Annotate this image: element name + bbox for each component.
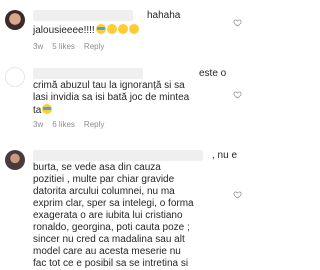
avatar[interactable] bbox=[5, 150, 25, 170]
likes-count[interactable]: 6 likes bbox=[52, 120, 75, 129]
comment-2: este o crimă abuzul tau la ignoranță si … bbox=[0, 60, 250, 140]
heart-icon[interactable] bbox=[233, 18, 242, 27]
reply-button[interactable]: Reply bbox=[84, 42, 104, 51]
comment-time: 3w bbox=[33, 120, 44, 129]
redacted-username bbox=[33, 68, 143, 79]
comment-text-line: lasi invidia sa isi bată joc de mintea bbox=[33, 92, 190, 103]
comment-text-line: jalousieeee!!!! bbox=[33, 24, 139, 37]
redacted-username bbox=[33, 10, 133, 21]
heart-icon[interactable] bbox=[233, 190, 242, 199]
comment-text-line: sincer nu cred ca madalina sau alt bbox=[33, 234, 185, 245]
reply-button[interactable]: Reply bbox=[84, 120, 104, 129]
comment-text-line: model care au acesta meserie nu bbox=[33, 246, 181, 257]
comment-text-line: este o bbox=[199, 68, 227, 79]
comment-meta: 3w 5 likes Reply bbox=[33, 42, 113, 52]
comment-text-line: hahaha bbox=[147, 10, 181, 21]
comment-3: , nu e burta, se vede asa din cauza pozi… bbox=[0, 140, 250, 269]
avatar[interactable] bbox=[5, 67, 25, 87]
comment-text-line: , nu e bbox=[212, 150, 238, 161]
comment-text: jalousieeee!!!! bbox=[33, 25, 95, 36]
smile-emoji-icon bbox=[128, 24, 139, 34]
comment-text: ta bbox=[33, 105, 42, 116]
smile-emoji-icon bbox=[117, 24, 128, 34]
sad-crying-emoji-icon bbox=[95, 24, 106, 34]
comment-text-line: ronaldo, georgina, poti cauta poze ; bbox=[33, 222, 190, 233]
comment-text-line: datorita arcului columnei, nu ma bbox=[33, 186, 175, 197]
heart-icon[interactable] bbox=[233, 90, 242, 99]
comment-text-line: fac tot ce e posibil sa se intretina si bbox=[33, 258, 189, 269]
smile-emoji-icon bbox=[106, 24, 117, 34]
comment-text-line: crimă abuzul tau la ignoranță si sa bbox=[33, 80, 185, 91]
sad-emoji-icon bbox=[42, 104, 53, 114]
likes-count[interactable]: 5 likes bbox=[52, 42, 75, 51]
comment-meta: 3w 6 likes Reply bbox=[33, 120, 113, 130]
redacted-username bbox=[33, 150, 203, 161]
comment-text-line: ta bbox=[33, 104, 53, 117]
comment-text-line: burta, se vede asa din cauza bbox=[33, 162, 161, 173]
avatar[interactable] bbox=[5, 10, 25, 30]
comment-text-line: pozitiei , multe par chiar gravide bbox=[33, 174, 175, 185]
comment-text-line: exprim clar, sper sa intelegi, o forma bbox=[33, 198, 194, 209]
comment-text-line: exagerata o are iubita lui cristiano bbox=[33, 210, 183, 221]
comment-1: hahaha jalousieeee!!!! 3w 5 likes Reply bbox=[0, 0, 250, 60]
comment-time: 3w bbox=[33, 42, 44, 51]
